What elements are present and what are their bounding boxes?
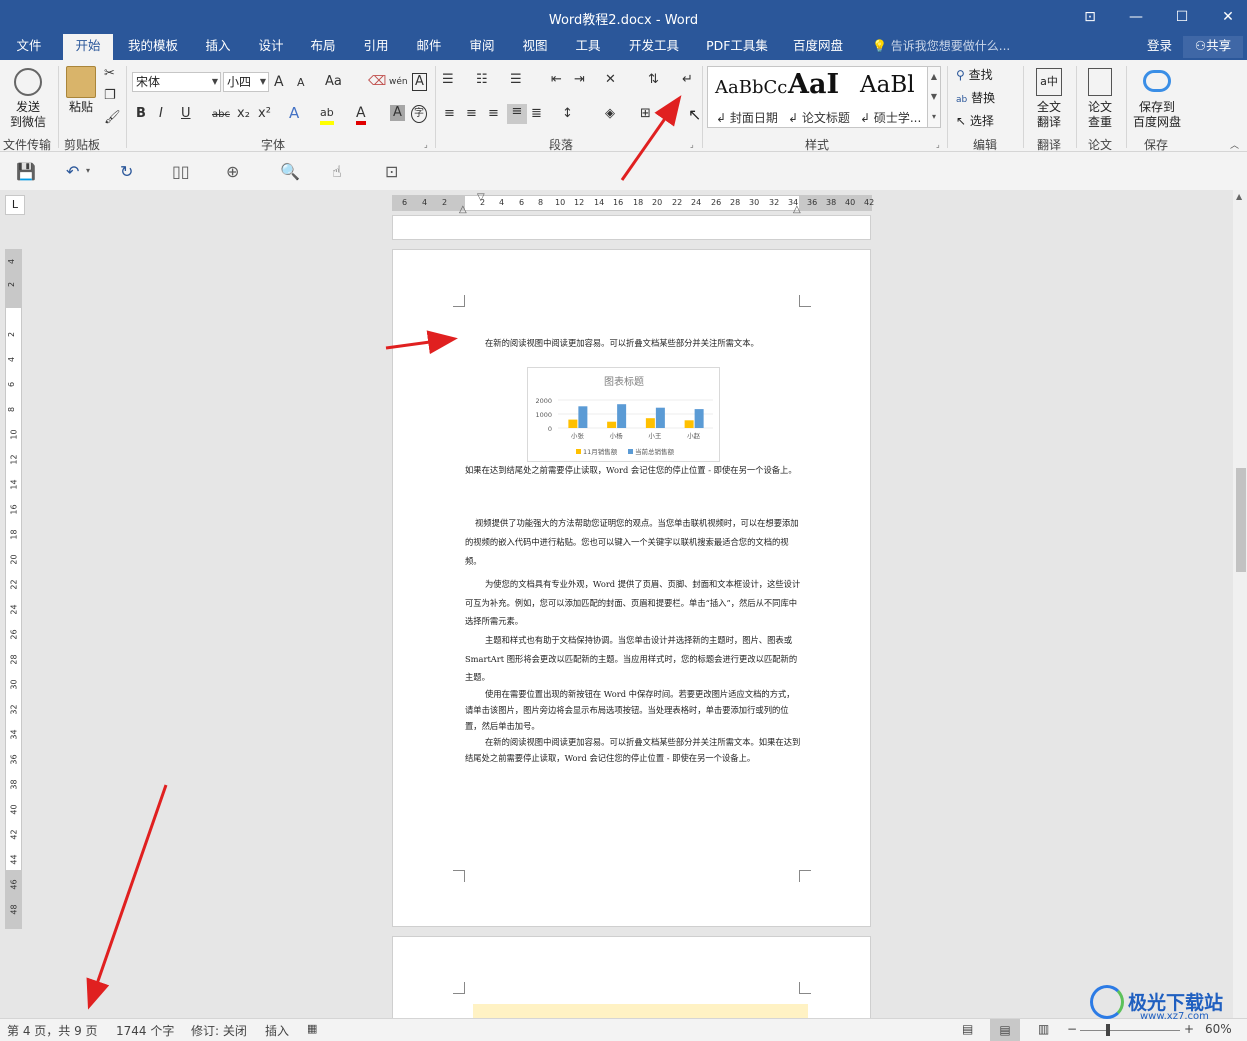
annotation-arrows [86,95,682,1010]
annotation-arrow [86,784,168,1010]
annotation-arrow [620,95,682,181]
annotation-arrow [385,330,458,355]
